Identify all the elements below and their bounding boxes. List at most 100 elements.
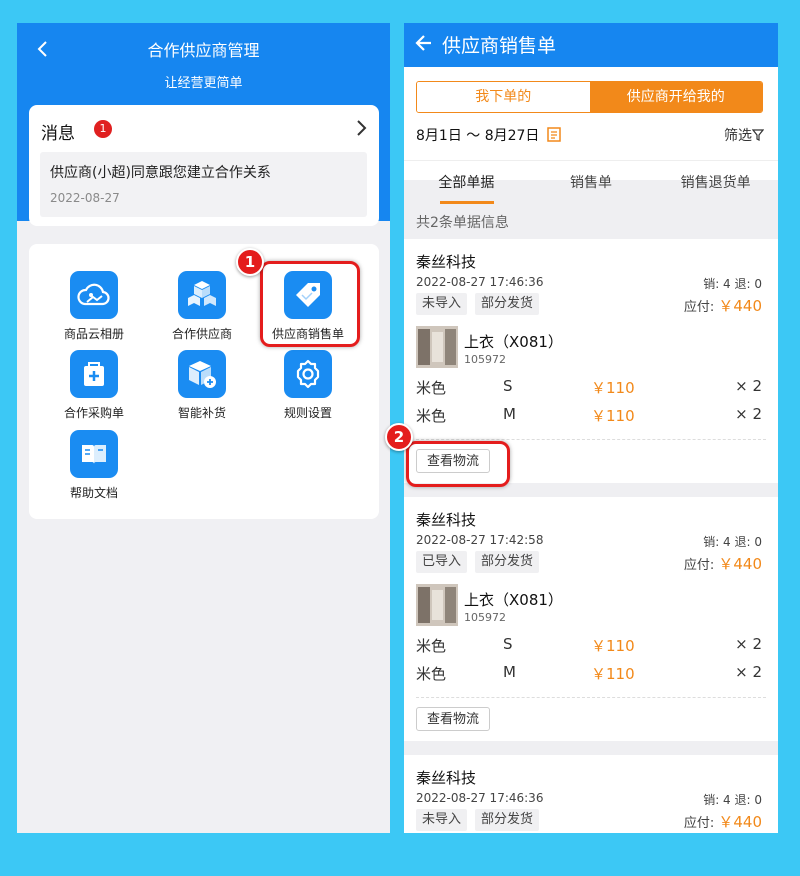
order-count: 共2条单据信息: [416, 215, 509, 231]
view-logistics-button[interactable]: 查看物流: [416, 707, 491, 731]
line-price: ￥110: [591, 407, 635, 425]
shipping-status-tag: 部分发货: [475, 293, 540, 315]
line-color: 米色: [416, 379, 447, 397]
divider: [416, 697, 766, 698]
highlight-box-2: [406, 441, 510, 487]
page-title: 供应商销售单: [442, 35, 557, 57]
payable-label: 应付:: [683, 558, 719, 573]
grid-label: 智能补货: [177, 406, 226, 420]
highlight-box-1: [260, 261, 360, 347]
help-book-icon: [70, 430, 118, 478]
feature-grid: 商品云相册 合作供应商 供应商销售单 合作采购单 智能补货 规则设置 帮助文档: [29, 244, 379, 519]
grid-item-cloud-album[interactable]: 商品云相册: [44, 271, 144, 342]
line-qty: × 2: [735, 663, 762, 681]
order-payable: 应付: ￥440: [684, 811, 762, 832]
order-company: 秦丝科技: [416, 769, 477, 787]
order-counts: 销: 4 退: 0: [703, 535, 762, 549]
line-size: S: [503, 377, 513, 395]
product-thumbnail: [416, 584, 458, 626]
payable-label: 应付:: [683, 300, 719, 315]
order-type-tabs: 全部单据 销售单 销售退货单: [404, 160, 778, 204]
line-qty: × 2: [735, 377, 762, 395]
tab-label: 销售单: [570, 175, 612, 191]
order-payable: 应付: ￥440: [684, 295, 762, 316]
line-price: ￥110: [591, 379, 635, 397]
order-source-toggle: 我下单的 供应商开给我的: [416, 81, 763, 113]
grid-item-purchase-order[interactable]: 合作采购单: [44, 350, 144, 421]
active-tab-indicator: [440, 201, 494, 204]
segment-my-orders[interactable]: 我下单的: [417, 82, 590, 112]
message-item[interactable]: 供应商(小超)同意跟您建立合作关系 2022-08-27: [40, 152, 367, 217]
line-qty: × 2: [735, 405, 762, 423]
order-card[interactable]: 秦丝科技 2022-08-27 17:42:58 销: 4 退: 0 已导入 部…: [404, 497, 778, 741]
grid-label: 合作供应商: [171, 327, 232, 341]
order-payable: 应付: ￥440: [684, 553, 762, 574]
line-size: M: [503, 663, 516, 681]
grid-label: 规则设置: [283, 406, 332, 420]
tab-sales-returns[interactable]: 销售退货单: [653, 161, 778, 204]
grid-item-help-docs[interactable]: 帮助文档: [44, 430, 144, 501]
page-subtitle: 让经营更简单: [164, 76, 243, 91]
purchase-bag-icon: [70, 350, 118, 398]
grid-label: 商品云相册: [63, 327, 124, 341]
grid-item-smart-restock[interactable]: 智能补货: [152, 350, 252, 421]
order-card[interactable]: 秦丝科技 2022-08-27 17:46:36 销: 4 退: 0 未导入 部…: [404, 755, 778, 833]
filter-area: 我下单的 供应商开给我的 8月1日 ～ 8月27日 筛选 全部单据 销售单 销售…: [404, 67, 778, 204]
message-date: 2022-08-27: [50, 191, 120, 205]
message-title: 消息: [41, 124, 75, 144]
product-thumbnail: [416, 326, 458, 368]
segment-supplier-issued[interactable]: 供应商开给我的: [589, 82, 762, 112]
import-status-tag: 已导入: [416, 551, 468, 573]
payable-label: 应付:: [683, 816, 719, 831]
product-code: 105972: [464, 353, 506, 366]
line-size: M: [503, 405, 516, 423]
payable-amount: ￥440: [718, 555, 762, 573]
funnel-icon: [751, 129, 765, 141]
import-status-tag: 未导入: [416, 293, 468, 315]
gear-icon: [284, 350, 332, 398]
grid-item-rule-settings[interactable]: 规则设置: [258, 350, 358, 421]
tab-all-orders[interactable]: 全部单据: [404, 161, 529, 204]
right-screen: 供应商销售单 我下单的 供应商开给我的 8月1日 ～ 8月27日 筛选 全部单据…: [404, 23, 778, 833]
product-code: 105972: [464, 611, 506, 624]
message-text: 供应商(小超)同意跟您建立合作关系: [50, 165, 271, 181]
payable-amount: ￥440: [718, 297, 762, 315]
callout-number-2: 2: [385, 423, 413, 451]
left-screen: 合作供应商管理 让经营更简单 消息 1 供应商(小超)同意跟您建立合作关系 20…: [17, 23, 390, 833]
order-time: 2022-08-27 17:42:58: [416, 533, 544, 547]
date-range[interactable]: 8月1日 ～ 8月27日: [416, 125, 539, 145]
supplier-cubes-icon: [178, 271, 226, 319]
import-status-tag: 未导入: [416, 809, 468, 831]
order-company: 秦丝科技: [416, 511, 477, 529]
divider: [416, 439, 766, 440]
tab-sales-orders[interactable]: 销售单: [529, 161, 654, 204]
line-price: ￥110: [591, 665, 635, 683]
message-count-badge: 1: [94, 120, 112, 138]
payable-amount: ￥440: [718, 813, 762, 831]
filter-button[interactable]: 筛选: [724, 125, 765, 145]
right-header: 供应商销售单: [404, 23, 778, 67]
calendar-icon[interactable]: [547, 127, 561, 142]
order-time: 2022-08-27 17:46:36: [416, 791, 544, 805]
shipping-status-tag: 部分发货: [475, 809, 540, 831]
chevron-right-icon[interactable]: [355, 119, 367, 137]
line-size: S: [503, 635, 513, 653]
line-color: 米色: [416, 665, 447, 683]
line-price: ￥110: [591, 637, 635, 655]
tab-label: 全部单据: [438, 175, 495, 191]
line-qty: × 2: [735, 635, 762, 653]
order-company: 秦丝科技: [416, 253, 477, 271]
filter-label: 筛选: [724, 128, 752, 144]
product-name: 上衣（X081）: [464, 333, 563, 351]
order-counts: 销: 4 退: 0: [703, 793, 762, 807]
back-arrow-icon[interactable]: [414, 33, 434, 53]
grid-item-supplier[interactable]: 合作供应商: [152, 271, 252, 342]
tab-label: 销售退货单: [680, 175, 751, 191]
callout-number-1: 1: [236, 248, 264, 276]
order-time: 2022-08-27 17:46:36: [416, 275, 544, 289]
page-title: 合作供应商管理: [147, 41, 260, 60]
message-card[interactable]: 消息 1 供应商(小超)同意跟您建立合作关系 2022-08-27: [29, 105, 379, 226]
shipping-status-tag: 部分发货: [475, 551, 540, 573]
grid-label: 合作采购单: [63, 406, 124, 420]
cloud-album-icon: [70, 271, 118, 319]
